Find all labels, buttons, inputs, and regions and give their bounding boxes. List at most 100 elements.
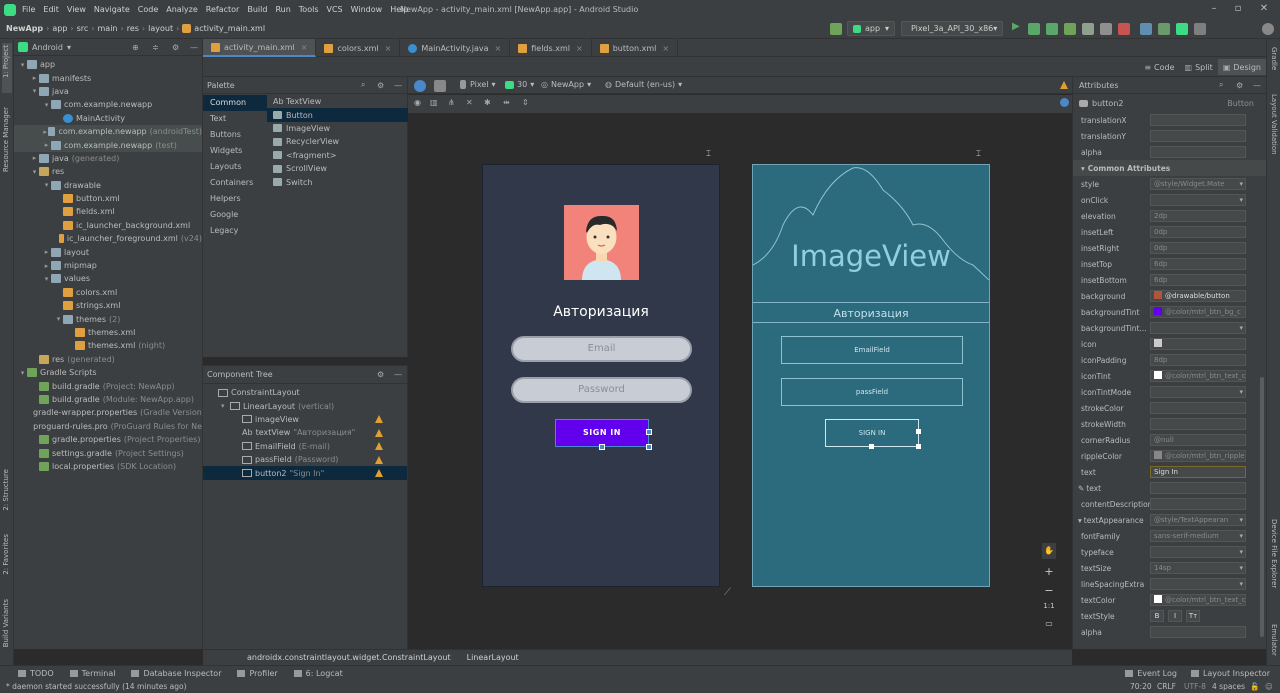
close-tab-icon[interactable]: × [385,44,392,53]
resize-handle-icon[interactable]: ⌶ [976,149,981,159]
search-icon[interactable]: ⌕ [361,80,365,90]
attach-debugger-icon[interactable] [1100,23,1112,35]
breadcrumb-item[interactable]: main [98,24,118,33]
component-tree-item[interactable]: EmailField (E-mail) [203,440,407,453]
design-surface-icon[interactable] [414,80,426,92]
color-swatch-icon[interactable] [1154,371,1162,379]
menu-file[interactable]: File [22,5,35,14]
resize-handle-icon[interactable]: ⌶ [706,149,711,159]
event-icon[interactable]: ☺ [1265,682,1273,691]
attribute-value-field[interactable]: @style/Widget.Mate [1150,178,1246,190]
chevron-down-icon[interactable]: ▾ [42,275,51,283]
zoom-out-icon[interactable]: − [1042,584,1056,598]
attribute-value-field[interactable]: Sign In [1150,466,1246,478]
chevron-down-icon[interactable]: ▾ [30,87,39,95]
palette-category-widgets[interactable]: Widgets [203,143,267,159]
close-tab-icon[interactable]: × [662,44,669,53]
tool-tab[interactable]: 6: Logcat [293,669,343,678]
warning-icon[interactable] [375,442,383,451]
minimize-icon[interactable]: – [1208,3,1220,14]
selection-handle[interactable] [916,444,921,449]
attribute-value-field[interactable]: 0dp [1150,226,1246,238]
tool-tab[interactable]: Event Log [1125,669,1177,678]
run-icon[interactable]: ▶ [1012,21,1020,32]
palette-item[interactable]: RecyclerView [267,135,408,148]
chevron-right-icon[interactable]: ▸ [42,262,51,270]
project-tree-item[interactable]: ▾ Gradle Scripts [14,366,202,379]
vertical-margin-icon[interactable]: ⇕ [522,98,529,107]
palette-category-google[interactable]: Google [203,207,267,223]
attribute-value-field[interactable]: @color/mtrl_btn_bg_c [1150,306,1246,318]
attribute-value-field[interactable]: @color/mtrl_btn_ripple [1150,450,1246,462]
menu-code[interactable]: Code [138,5,158,14]
palette-category-buttons[interactable]: Buttons [203,127,267,143]
attribute-value-field[interactable]: @color/mtrl_btn_text_c [1150,370,1246,382]
menu-tools[interactable]: Tools [299,5,319,14]
zoom-in-icon[interactable]: + [1042,565,1056,579]
attribute-value-field[interactable]: @style/TextAppearan [1150,514,1246,526]
menu-window[interactable]: Window [351,5,383,14]
indent-setting[interactable]: 4 spaces [1212,682,1245,691]
debug-icon[interactable] [1064,23,1076,35]
component-tree-item[interactable]: passField (Password) [203,453,407,466]
project-tree-item[interactable]: ▸ manifests [14,71,202,84]
breadcrumb-item[interactable]: layout [148,24,173,33]
project-tree-item[interactable]: local.properties (SDK Location) [14,460,202,473]
attribute-value-field[interactable] [1150,418,1246,430]
project-tree-item[interactable]: ▾ drawable [14,179,202,192]
device-dropdown[interactable]: Pixel ▾ [460,80,496,89]
menu-edit[interactable]: Edit [43,5,59,14]
maximize-icon[interactable]: ▫ [1232,3,1244,14]
close-icon[interactable]: ✕ [1258,3,1270,14]
tab-mainactivity-java[interactable]: MainActivity.java × [400,39,511,57]
tab-button-xml[interactable]: button.xml × [592,39,679,57]
tool-tab[interactable]: Profiler [237,669,278,678]
search-icon[interactable] [1262,23,1274,35]
chevron-down-icon[interactable]: ▾ [42,101,51,109]
project-tree-item[interactable]: gradle-wrapper.properties (Gradle Version… [14,406,205,419]
layout-icon[interactable]: ▥ [430,98,438,107]
project-tree-item[interactable]: themes.xml [14,326,202,339]
palette-item[interactable]: ImageView [267,122,408,135]
tool-tab[interactable]: Database Inspector [131,669,221,678]
palette-category-text[interactable]: Text [203,111,267,127]
project-tree-item[interactable]: build.gradle (Module: NewApp.app) [14,393,202,406]
horizontal-margin-icon[interactable]: ⇹ [503,98,510,107]
blueprint-password-field[interactable]: passField [781,378,963,406]
profile-icon[interactable] [1082,23,1094,35]
split-view-button[interactable]: ▥ Split [1180,59,1218,75]
eye-icon[interactable]: ◉ [414,98,421,107]
close-tab-icon[interactable]: × [576,44,583,53]
tab-fields-xml[interactable]: fields.xml × [510,39,592,57]
gear-icon[interactable]: ⚙ [1236,81,1243,90]
attribute-value-field[interactable]: 6dp [1150,274,1246,286]
project-tree-item[interactable]: ▾ com.example.newapp [14,98,202,111]
design-view-button[interactable]: ▣ Design [1217,59,1266,75]
warning-icon[interactable] [375,415,383,424]
menu-analyze[interactable]: Analyze [166,5,198,14]
color-swatch-icon[interactable] [1154,291,1162,299]
selection-handle[interactable] [646,444,652,450]
color-swatch-icon[interactable] [1154,595,1162,603]
close-tab-icon[interactable]: × [301,43,308,52]
file-encoding[interactable]: UTF-8 [1184,682,1206,691]
password-field[interactable]: Password [511,377,692,403]
attribute-value-field[interactable] [1150,338,1246,350]
chevron-right-icon[interactable]: ▸ [42,248,51,256]
project-tree-item[interactable]: ic_launcher_foreground.xml (v24) [14,232,202,245]
blueprint-imageview[interactable]: ImageView [753,165,989,303]
build-variants-tool-button[interactable]: Build Variants [2,599,10,647]
attribute-value-field[interactable] [1150,194,1246,206]
design-preview[interactable]: Авторизация Email Password SIGN IN [482,164,720,587]
blueprint-button[interactable]: SIGN IN [825,419,919,447]
favorites-tool-button[interactable]: 2: Favorites [2,534,10,575]
project-tree-item[interactable]: build.gradle (Project: NewApp) [14,379,202,392]
apply-code-changes-icon[interactable] [1046,23,1058,35]
pan-icon[interactable]: ✋ [1042,543,1056,559]
magnet-icon[interactable]: ⋔ [448,98,455,107]
project-tree-item[interactable]: ▸ com.example.newapp (androidTest) [14,124,202,139]
collapse-icon[interactable]: ≑ [152,43,159,52]
project-tree-item[interactable]: ▾ values [14,272,202,285]
device-file-explorer-tool-button[interactable]: Device File Explorer [1270,519,1278,588]
palette-category-legacy[interactable]: Legacy [203,223,267,239]
